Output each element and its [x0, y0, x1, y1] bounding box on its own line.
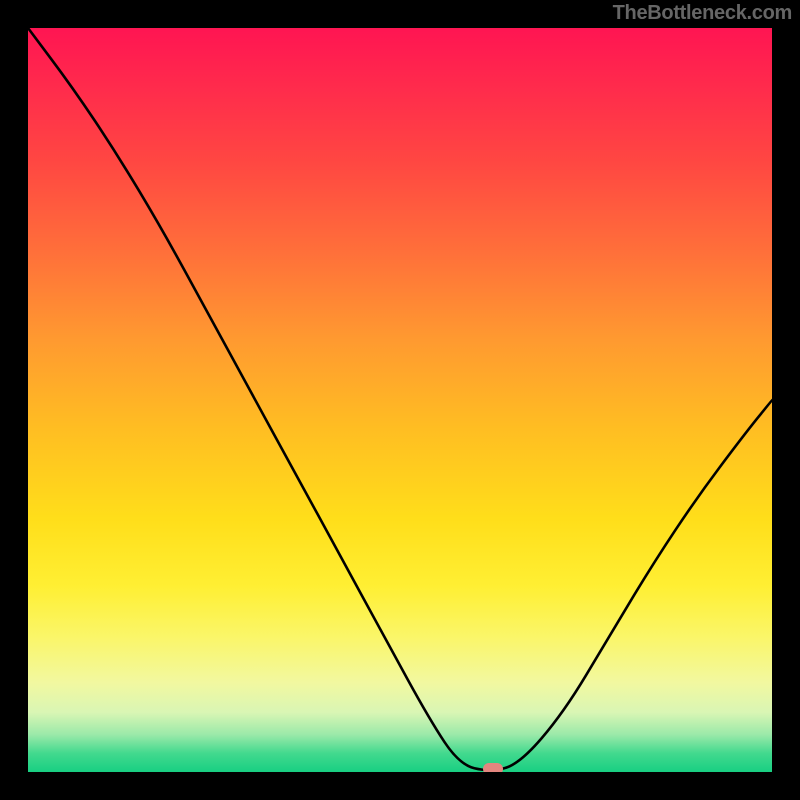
- watermark: TheBottleneck.com: [613, 2, 792, 25]
- bottleneck-curve: [28, 28, 772, 772]
- plot-area: [28, 28, 772, 772]
- curve-path: [28, 28, 772, 770]
- optimum-marker: [483, 763, 503, 772]
- chart-container: TheBottleneck.com: [0, 0, 800, 800]
